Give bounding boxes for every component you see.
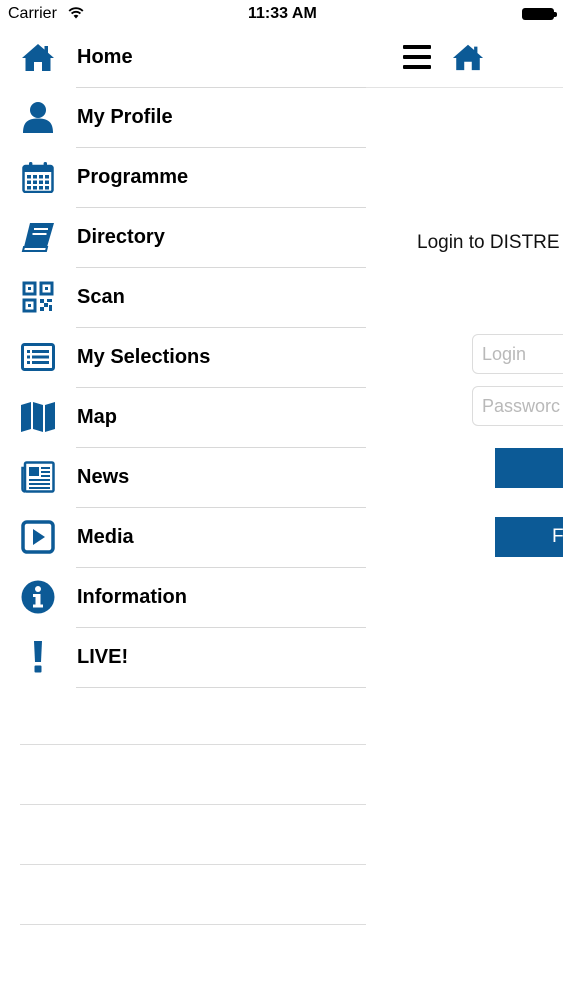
login-input[interactable]	[482, 344, 563, 365]
info-icon	[20, 580, 56, 614]
menu-item-news[interactable]: News	[0, 448, 366, 508]
menu-item-label: Scan	[77, 286, 125, 308]
wifi-icon	[68, 6, 84, 24]
empty-menu-rows	[20, 744, 366, 984]
play-icon	[20, 520, 56, 554]
battery-tip	[554, 12, 557, 17]
password-field[interactable]	[472, 386, 563, 426]
menu-item-label: Media	[77, 526, 134, 548]
menu-item-directory[interactable]: Directory	[0, 208, 366, 268]
home-icon	[20, 41, 56, 73]
empty-row	[20, 744, 366, 804]
empty-row	[20, 864, 366, 924]
hamburger-menu-icon[interactable]	[403, 45, 431, 69]
menu-item-live[interactable]: LIVE!	[0, 628, 366, 688]
menu-item-label: Programme	[77, 166, 189, 188]
forgot-button[interactable]: F	[495, 517, 563, 557]
menu-item-my-profile[interactable]: My Profile	[0, 88, 366, 148]
menu-item-label: Directory	[77, 226, 165, 248]
battery-icon	[522, 8, 554, 20]
menu-item-media[interactable]: Media	[0, 508, 366, 568]
qr-code-icon	[20, 281, 56, 313]
status-bar: Carrier 11:33 AM	[0, 0, 563, 28]
empty-row	[20, 804, 366, 864]
divider	[76, 687, 366, 688]
menu-item-my-selections[interactable]: My Selections	[0, 328, 366, 388]
menu-item-information[interactable]: Information	[0, 568, 366, 628]
menu-item-label: Information	[77, 586, 187, 608]
clock: 11:33 AM	[248, 5, 317, 22]
password-input[interactable]	[482, 396, 563, 417]
menu-item-label: News	[77, 466, 130, 488]
list-icon	[20, 341, 56, 373]
map-icon	[20, 401, 56, 433]
calendar-icon	[20, 161, 56, 193]
menu-item-label: My Selections	[77, 346, 211, 368]
login-field[interactable]	[472, 334, 563, 374]
menu-item-scan[interactable]: Scan	[0, 268, 366, 328]
newspaper-icon	[20, 461, 56, 493]
top-bar	[366, 28, 563, 88]
menu-item-label: LIVE!	[77, 646, 129, 668]
main-content: Login to DISTRE F	[366, 28, 563, 1000]
login-button[interactable]	[495, 448, 563, 488]
empty-row	[20, 924, 366, 984]
menu-item-label: My Profile	[77, 106, 173, 128]
side-menu: Home My Profile Programme Directory Scan…	[0, 28, 366, 688]
menu-item-programme[interactable]: Programme	[0, 148, 366, 208]
exclamation-icon	[20, 641, 56, 673]
login-title: Login to DISTRE	[417, 232, 560, 253]
book-icon	[20, 221, 56, 253]
home-icon[interactable]	[452, 42, 484, 77]
menu-item-map[interactable]: Map	[0, 388, 366, 448]
user-icon	[20, 101, 56, 133]
menu-item-home[interactable]: Home	[0, 28, 366, 88]
menu-item-label: Home	[77, 46, 133, 68]
menu-item-label: Map	[77, 406, 117, 428]
carrier-label: Carrier	[8, 5, 57, 22]
